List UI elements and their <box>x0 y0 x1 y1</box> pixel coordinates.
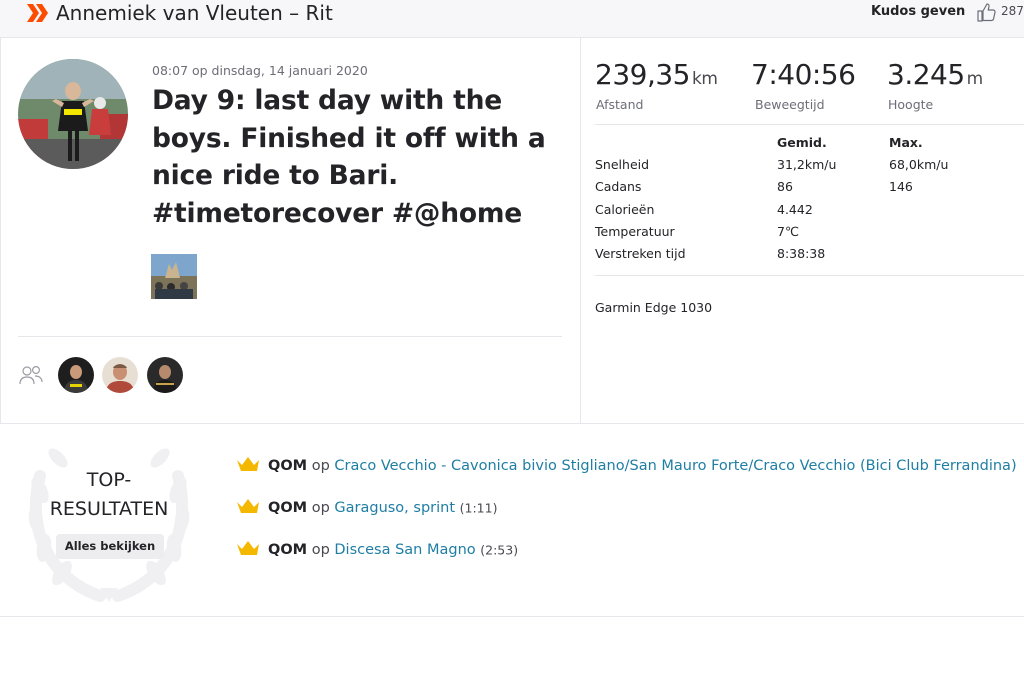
top-result-item: QOM op Craco Vecchio - Cavonica bivio St… <box>236 456 1017 478</box>
max-column-header: Max. <box>889 135 923 150</box>
segment-link[interactable]: Garaguso, sprint <box>334 500 455 516</box>
stat-row-avg: 7℃ <box>777 224 799 239</box>
segment-time: (1:11) <box>459 500 498 516</box>
stat-row-label: Verstreken tijd <box>595 246 686 261</box>
stat-row-avg: 31,2km/u <box>777 157 837 172</box>
elevation-value: 3.245 m <box>887 58 983 91</box>
segment-time: (2:53) <box>480 542 519 558</box>
stat-row-avg: 4.442 <box>777 202 813 217</box>
stat-row-label: Cadans <box>595 179 642 194</box>
qom-badge: QOM <box>268 542 308 558</box>
top-result-item: QOM op Discesa San Magno (2:53) <box>236 540 518 562</box>
segment-link[interactable]: Craco Vecchio - Cavonica bivio Stigliano… <box>334 458 1016 474</box>
strava-chevron-icon <box>26 2 50 28</box>
activity-date: 08:07 op dinsdag, 14 januari 2020 <box>152 63 368 78</box>
distance-label: Afstand <box>596 97 644 112</box>
section-divider <box>0 616 1024 617</box>
avg-column-header: Gemid. <box>777 135 827 150</box>
stat-row-label: Temperatuur <box>595 224 675 239</box>
group-athlete-avatar[interactable] <box>102 357 138 393</box>
crown-icon <box>236 456 260 476</box>
see-all-button[interactable]: Alles bekijken <box>56 534 164 559</box>
stat-row-label: Calorieën <box>595 202 655 217</box>
group-ride-icon <box>18 364 44 390</box>
kudos-count[interactable]: 287 <box>1001 4 1024 18</box>
top-result-item: QOM op Garaguso, sprint (1:11) <box>236 498 497 520</box>
qom-badge: QOM <box>268 500 308 516</box>
activity-photo-thumbnail[interactable] <box>151 254 197 299</box>
athlete-avatar[interactable] <box>18 59 128 169</box>
op-text: op <box>311 542 330 558</box>
group-athlete-avatar[interactable] <box>58 357 94 393</box>
give-kudos-button[interactable]: Kudos geven <box>871 4 965 19</box>
segment-link[interactable]: Discesa San Magno <box>334 542 475 558</box>
section-divider <box>18 336 562 337</box>
qom-badge: QOM <box>268 458 308 474</box>
stat-row-max: 146 <box>889 179 913 194</box>
stat-row-label: Snelheid <box>595 157 650 172</box>
elevation-unit: m <box>966 69 984 89</box>
stats-divider <box>595 275 1024 276</box>
distance-value: 239,35 km <box>595 58 718 91</box>
stat-row-avg: 86 <box>777 179 793 194</box>
activity-header: Annemiek van Vleuten – Rit Kudos geven 2… <box>0 0 1024 38</box>
crown-icon <box>236 498 260 518</box>
thumbs-up-icon[interactable] <box>975 1 997 27</box>
stat-row-max: 68,0km/u <box>889 157 949 172</box>
group-athlete-avatar[interactable] <box>147 357 183 393</box>
distance-unit: km <box>691 69 718 89</box>
top-results-title: TOP-RESULTATEN <box>49 469 169 520</box>
stats-divider <box>595 124 1024 125</box>
device-name: Garmin Edge 1030 <box>595 300 713 315</box>
op-text: op <box>311 500 330 516</box>
card-divider <box>580 38 581 424</box>
moving-time-label: Beweegtijd <box>755 97 825 112</box>
page-title: Annemiek van Vleuten – Rit <box>56 1 333 25</box>
activity-title: Day 9: last day with the boys. Finished … <box>152 85 546 229</box>
stat-row-avg: 8:38:38 <box>777 246 826 261</box>
op-text: op <box>311 458 330 474</box>
elevation-label: Hoogte <box>888 97 934 112</box>
moving-time-value: 7:40:56 <box>751 58 856 91</box>
crown-icon <box>236 540 260 560</box>
